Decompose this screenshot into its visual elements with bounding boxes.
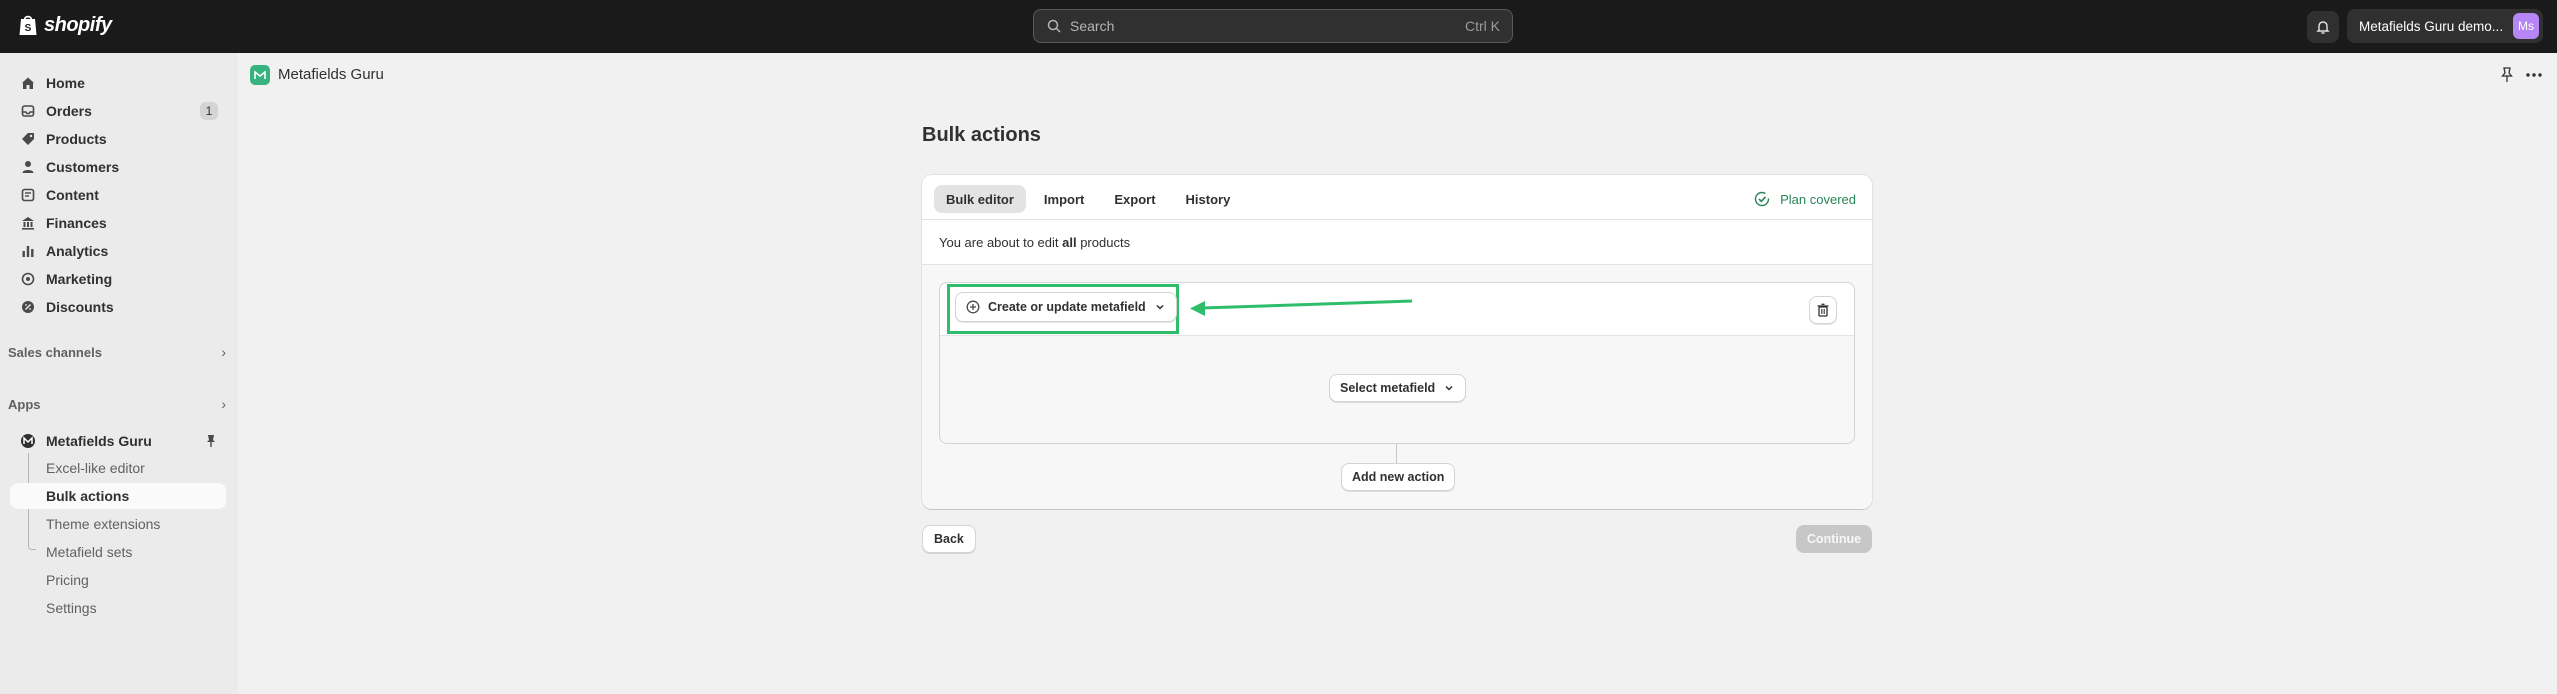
plan-status: Plan covered [1754,191,1856,207]
bulk-actions-card: Bulk editor Import Export History Plan c… [922,175,1872,509]
sidebar-item-label: Discounts [46,299,114,315]
avatar: Ms [2513,13,2539,39]
delete-action-button[interactable] [1809,296,1837,324]
sidebar-subitem-metafield-sets[interactable]: Metafield sets [10,539,226,565]
sidebar-subitem-bulk-actions[interactable]: Bulk actions [10,483,226,509]
pin-icon[interactable] [204,434,218,448]
sidebar-subitem-theme-extensions[interactable]: Theme extensions [10,511,226,537]
more-options-icon[interactable] [2526,73,2542,77]
tab-history[interactable]: History [1174,185,1243,213]
store-menu-button[interactable]: Metafields Guru demo... Ms [2347,9,2543,43]
back-button[interactable]: Back [922,525,976,553]
edit-note-prefix: You are about to edit [939,235,1063,250]
app-title: Metafields Guru [278,66,384,83]
person-icon [20,159,36,175]
notifications-button[interactable] [2307,11,2339,43]
sidebar-item-products[interactable]: Products [10,125,226,153]
search-placeholder: Search [1070,18,1115,34]
tab-bulk-editor[interactable]: Bulk editor [934,185,1026,213]
search-icon [1047,19,1061,33]
sidebar-item-label: Content [46,187,99,203]
orders-count-badge: 1 [200,102,218,120]
sidebar-item-discounts[interactable]: Discounts [10,293,226,321]
top-bar: S shopify Search Ctrl K Metafields Guru … [0,0,2557,53]
edit-note: You are about to edit all products [939,235,1130,250]
sidebar-item-label: Finances [46,215,107,231]
continue-button[interactable]: Continue [1796,525,1872,553]
bell-icon [2316,21,2330,34]
chevron-right-icon: › [221,396,226,412]
divider [922,219,1872,220]
sidebar-item-content[interactable]: Content [10,181,226,209]
search-shortcut: Ctrl K [1465,18,1500,34]
app-icon [20,433,36,449]
sidebar-item-metafields-guru[interactable]: Metafields Guru [10,427,226,455]
page-title: Bulk actions [922,124,1041,146]
tab-import[interactable]: Import [1032,185,1096,213]
sidebar-item-finances[interactable]: Finances [10,209,226,237]
trash-icon [1817,303,1829,317]
check-circle-icon [1754,191,1770,207]
sidebar-item-analytics[interactable]: Analytics [10,237,226,265]
create-label: Create or update metafield [988,300,1146,314]
search-bar[interactable]: Search Ctrl K [1033,9,1513,43]
plus-circle-icon [966,300,980,314]
connector-line [1396,444,1397,463]
sidebar-item-marketing[interactable]: Marketing [10,265,226,293]
shopify-logo[interactable]: S shopify [18,13,112,37]
select-metafield-button[interactable]: Select metafield [1329,374,1467,402]
sales-channels-header[interactable]: Sales channels › [8,341,226,363]
tab-export[interactable]: Export [1102,185,1167,213]
bank-icon [20,215,36,231]
target-icon [20,271,36,287]
discount-icon [20,299,36,315]
sidebar-item-label: Products [46,131,107,147]
chevron-down-icon [1156,304,1164,310]
plan-label: Plan covered [1780,191,1856,207]
select-label: Select metafield [1340,381,1436,395]
chevron-right-icon: › [221,344,226,360]
pin-icon[interactable] [2500,67,2514,83]
sidebar-item-home[interactable]: Home [10,69,226,97]
logo-text: shopify [44,13,112,36]
sidebar-item-label: Home [46,75,85,91]
tag-icon [20,131,36,147]
shopify-bag-icon: S [19,15,37,35]
add-new-action-button[interactable]: Add new action [1341,463,1456,491]
sidebar-subitem-pricing[interactable]: Pricing [10,567,226,593]
sidebar-item-label: Marketing [46,271,113,287]
svg-text:S: S [25,23,32,34]
create-update-metafield-button[interactable]: Create or update metafield [955,292,1177,322]
sales-channels-label: Sales channels [8,344,102,360]
home-icon [20,75,36,91]
sidebar-subitem-settings[interactable]: Settings [10,595,226,621]
content-icon [20,187,36,203]
chart-icon [20,243,36,259]
store-name: Metafields Guru demo... [2359,18,2504,34]
sidebar-item-label: Customers [46,159,120,175]
annotation-arrow-icon [1190,299,1413,316]
sidebar-item-orders[interactable]: Orders 1 [10,97,226,125]
chevron-down-icon [1445,385,1453,391]
orders-icon [20,103,36,119]
tab-bar: Bulk editor Import Export History [934,185,1242,213]
sidebar-item-customers[interactable]: Customers [10,153,226,181]
sidebar-item-label: Analytics [46,243,109,259]
apps-header[interactable]: Apps › [8,393,226,415]
sidebar: Home Orders 1 Products Customers Content… [0,53,238,694]
sidebar-item-label: Metafields Guru [46,433,152,449]
sidebar-subitem-excel-editor[interactable]: Excel-like editor [10,455,226,481]
apps-label: Apps [8,396,41,412]
sidebar-item-label: Orders [46,103,92,119]
edit-note-bold: all [1062,235,1077,250]
app-header: Metafields Guru [238,53,2557,97]
edit-note-suffix: products [1076,235,1131,250]
metafields-guru-logo-icon [250,65,270,85]
